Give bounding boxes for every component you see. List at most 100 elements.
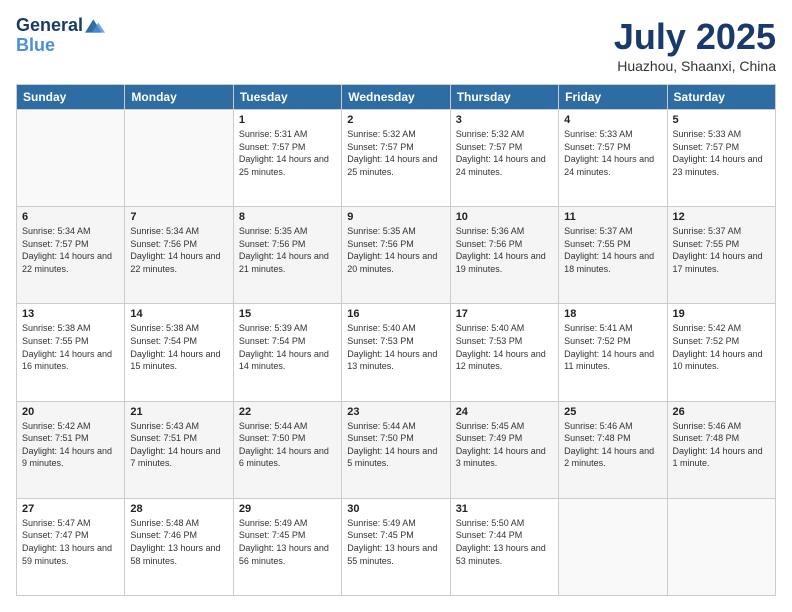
calendar-cell <box>17 110 125 207</box>
day-info: Sunrise: 5:35 AM Sunset: 7:56 PM Dayligh… <box>239 225 336 275</box>
day-info: Sunrise: 5:48 AM Sunset: 7:46 PM Dayligh… <box>130 517 227 567</box>
day-number: 26 <box>673 406 770 418</box>
day-number: 1 <box>239 114 336 126</box>
day-info: Sunrise: 5:36 AM Sunset: 7:56 PM Dayligh… <box>456 225 553 275</box>
day-number: 9 <box>347 211 444 223</box>
day-number: 15 <box>239 308 336 320</box>
day-info: Sunrise: 5:40 AM Sunset: 7:53 PM Dayligh… <box>456 322 553 372</box>
calendar-week-row: 27 Sunrise: 5:47 AM Sunset: 7:47 PM Dayli… <box>17 498 776 595</box>
calendar-cell: 28Sunrise: 5:48 AM Sunset: 7:46 PM Dayli… <box>125 498 233 595</box>
day-info: Sunrise: 5:33 AM Sunset: 7:57 PM Dayligh… <box>673 128 770 178</box>
day-info: Sunrise: 5:37 AM Sunset: 7:55 PM Dayligh… <box>564 225 661 275</box>
day-number: 11 <box>564 211 661 223</box>
day-number: 4 <box>564 114 661 126</box>
weekday-header-monday: Monday <box>125 85 233 110</box>
day-number: 14 <box>130 308 227 320</box>
day-info: Sunrise: 5:34 AM Sunset: 7:57 PM Dayligh… <box>22 225 119 275</box>
calendar-cell: 23 Sunrise: 5:44 AM Sunset: 7:50 PM Dayli… <box>342 401 450 498</box>
day-number: 18 <box>564 308 661 320</box>
day-number: 29 <box>239 503 336 515</box>
calendar-cell: 13 Sunrise: 5:38 AM Sunset: 7:55 PM Dayli… <box>17 304 125 401</box>
calendar-cell: 30Sunrise: 5:49 AM Sunset: 7:45 PM Dayli… <box>342 498 450 595</box>
calendar-cell: 6Sunrise: 5:34 AM Sunset: 7:57 PM Daylig… <box>17 207 125 304</box>
day-info: Sunrise: 5:49 AM Sunset: 7:45 PM Dayligh… <box>239 517 336 567</box>
weekday-header-wednesday: Wednesday <box>342 85 450 110</box>
calendar-cell: 3Sunrise: 5:32 AM Sunset: 7:57 PM Daylig… <box>450 110 558 207</box>
day-info: Sunrise: 5:31 AM Sunset: 7:57 PM Dayligh… <box>239 128 336 178</box>
day-info: Sunrise: 5:46 AM Sunset: 7:48 PM Dayligh… <box>673 420 770 470</box>
calendar-cell: 20 Sunrise: 5:42 AM Sunset: 7:51 PM Dayli… <box>17 401 125 498</box>
calendar-cell: 15 Sunrise: 5:39 AM Sunset: 7:54 PM Dayli… <box>233 304 341 401</box>
day-number: 7 <box>130 211 227 223</box>
logo-text-blue: Blue <box>16 36 105 56</box>
weekday-header-tuesday: Tuesday <box>233 85 341 110</box>
day-number: 2 <box>347 114 444 126</box>
sub-title: Huazhou, Shaanxi, China <box>614 58 776 74</box>
calendar-cell: 29 Sunrise: 5:49 AM Sunset: 7:45 PM Dayli… <box>233 498 341 595</box>
calendar-cell: 5 Sunrise: 5:33 AM Sunset: 7:57 PM Daylig… <box>667 110 775 207</box>
calendar-cell: 22Sunrise: 5:44 AM Sunset: 7:50 PM Dayli… <box>233 401 341 498</box>
day-number: 5 <box>673 114 770 126</box>
day-number: 10 <box>456 211 553 223</box>
calendar-week-row: 13 Sunrise: 5:38 AM Sunset: 7:55 PM Dayli… <box>17 304 776 401</box>
calendar-cell: 16 Sunrise: 5:40 AM Sunset: 7:53 PM Dayli… <box>342 304 450 401</box>
calendar-cell: 9 Sunrise: 5:35 AM Sunset: 7:56 PM Daylig… <box>342 207 450 304</box>
calendar-cell: 26 Sunrise: 5:46 AM Sunset: 7:48 PM Dayli… <box>667 401 775 498</box>
day-info: Sunrise: 5:35 AM Sunset: 7:56 PM Dayligh… <box>347 225 444 275</box>
calendar-cell <box>125 110 233 207</box>
logo-icon <box>85 16 105 36</box>
calendar-cell: 24Sunrise: 5:45 AM Sunset: 7:49 PM Dayli… <box>450 401 558 498</box>
day-info: Sunrise: 5:50 AM Sunset: 7:44 PM Dayligh… <box>456 517 553 567</box>
calendar-week-row: 6Sunrise: 5:34 AM Sunset: 7:57 PM Daylig… <box>17 207 776 304</box>
calendar-cell: 27 Sunrise: 5:47 AM Sunset: 7:47 PM Dayli… <box>17 498 125 595</box>
day-info: Sunrise: 5:34 AM Sunset: 7:56 PM Dayligh… <box>130 225 227 275</box>
day-number: 27 <box>22 503 119 515</box>
day-number: 23 <box>347 406 444 418</box>
page: General Blue July 2025 Huazhou, Shaanxi,… <box>0 0 792 612</box>
day-info: Sunrise: 5:46 AM Sunset: 7:48 PM Dayligh… <box>564 420 661 470</box>
day-info: Sunrise: 5:44 AM Sunset: 7:50 PM Dayligh… <box>239 420 336 470</box>
calendar-cell: 1 Sunrise: 5:31 AM Sunset: 7:57 PM Daylig… <box>233 110 341 207</box>
day-info: Sunrise: 5:43 AM Sunset: 7:51 PM Dayligh… <box>130 420 227 470</box>
day-number: 17 <box>456 308 553 320</box>
weekday-header-row: SundayMondayTuesdayWednesdayThursdayFrid… <box>17 85 776 110</box>
day-info: Sunrise: 5:41 AM Sunset: 7:52 PM Dayligh… <box>564 322 661 372</box>
day-info: Sunrise: 5:44 AM Sunset: 7:50 PM Dayligh… <box>347 420 444 470</box>
day-info: Sunrise: 5:37 AM Sunset: 7:55 PM Dayligh… <box>673 225 770 275</box>
calendar-cell <box>667 498 775 595</box>
day-info: Sunrise: 5:38 AM Sunset: 7:54 PM Dayligh… <box>130 322 227 372</box>
calendar-cell: 25Sunrise: 5:46 AM Sunset: 7:48 PM Dayli… <box>559 401 667 498</box>
day-info: Sunrise: 5:39 AM Sunset: 7:54 PM Dayligh… <box>239 322 336 372</box>
calendar-cell <box>559 498 667 595</box>
day-info: Sunrise: 5:42 AM Sunset: 7:51 PM Dayligh… <box>22 420 119 470</box>
day-info: Sunrise: 5:33 AM Sunset: 7:57 PM Dayligh… <box>564 128 661 178</box>
weekday-header-friday: Friday <box>559 85 667 110</box>
day-number: 19 <box>673 308 770 320</box>
calendar-cell: 12Sunrise: 5:37 AM Sunset: 7:55 PM Dayli… <box>667 207 775 304</box>
main-title: July 2025 <box>614 16 776 58</box>
calendar-cell: 4 Sunrise: 5:33 AM Sunset: 7:57 PM Daylig… <box>559 110 667 207</box>
day-info: Sunrise: 5:40 AM Sunset: 7:53 PM Dayligh… <box>347 322 444 372</box>
weekday-header-thursday: Thursday <box>450 85 558 110</box>
calendar-cell: 8 Sunrise: 5:35 AM Sunset: 7:56 PM Daylig… <box>233 207 341 304</box>
calendar-cell: 17 Sunrise: 5:40 AM Sunset: 7:53 PM Dayli… <box>450 304 558 401</box>
calendar-cell: 18 Sunrise: 5:41 AM Sunset: 7:52 PM Dayli… <box>559 304 667 401</box>
calendar-week-row: 1 Sunrise: 5:31 AM Sunset: 7:57 PM Daylig… <box>17 110 776 207</box>
logo-text-general: General <box>16 16 83 36</box>
calendar-cell: 21Sunrise: 5:43 AM Sunset: 7:51 PM Dayli… <box>125 401 233 498</box>
day-number: 8 <box>239 211 336 223</box>
calendar-cell: 2Sunrise: 5:32 AM Sunset: 7:57 PM Daylig… <box>342 110 450 207</box>
logo: General Blue <box>16 16 105 56</box>
day-info: Sunrise: 5:38 AM Sunset: 7:55 PM Dayligh… <box>22 322 119 372</box>
day-number: 30 <box>347 503 444 515</box>
calendar-cell: 31 Sunrise: 5:50 AM Sunset: 7:44 PM Dayli… <box>450 498 558 595</box>
calendar: SundayMondayTuesdayWednesdayThursdayFrid… <box>16 84 776 596</box>
title-block: July 2025 Huazhou, Shaanxi, China <box>614 16 776 74</box>
day-number: 16 <box>347 308 444 320</box>
calendar-cell: 14 Sunrise: 5:38 AM Sunset: 7:54 PM Dayli… <box>125 304 233 401</box>
calendar-cell: 7 Sunrise: 5:34 AM Sunset: 7:56 PM Daylig… <box>125 207 233 304</box>
day-number: 31 <box>456 503 553 515</box>
day-number: 20 <box>22 406 119 418</box>
day-info: Sunrise: 5:47 AM Sunset: 7:47 PM Dayligh… <box>22 517 119 567</box>
day-number: 13 <box>22 308 119 320</box>
